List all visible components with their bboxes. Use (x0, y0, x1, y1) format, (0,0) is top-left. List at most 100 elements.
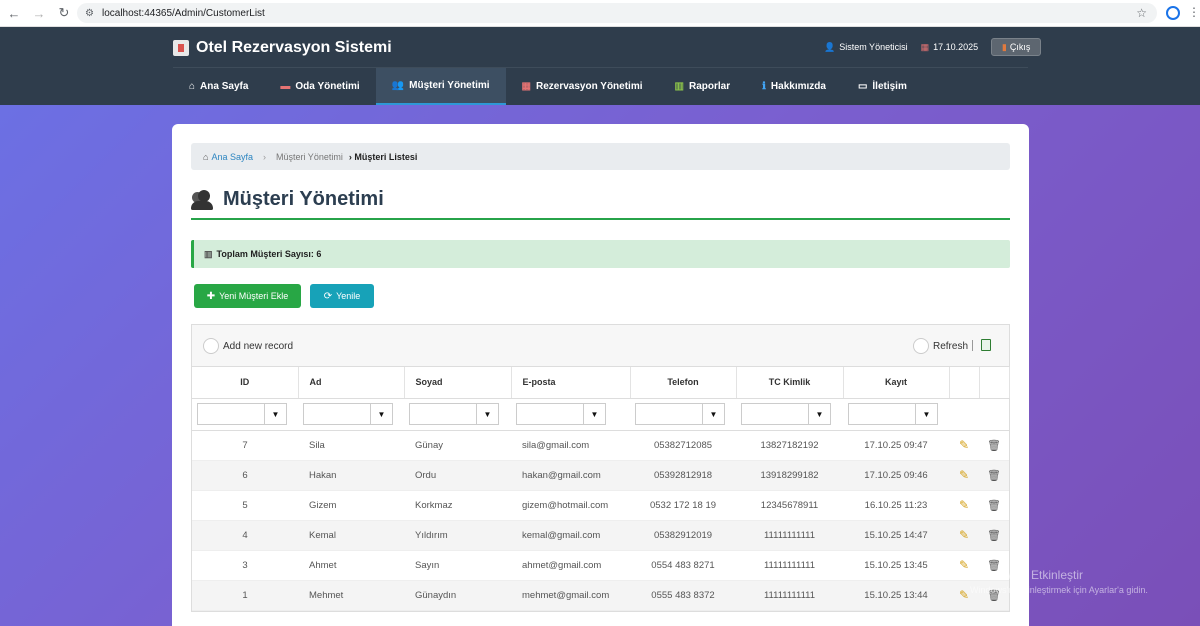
grid-refresh-button[interactable]: Refresh (913, 338, 968, 354)
filter-icon[interactable]: ▼ (703, 403, 725, 425)
delete-icon[interactable]: 🗑 (987, 439, 1001, 452)
delete-icon[interactable]: 🗑 (987, 499, 1001, 512)
customer-table: ID Ad Soyad E-posta Telefon TC Kimlik Ka… (192, 367, 1010, 611)
column-header-tc[interactable]: TC Kimlik (736, 367, 844, 399)
user-name: Sistem Yöneticisi (839, 42, 908, 52)
cell-name: Mehmet (298, 580, 404, 611)
column-header-phone[interactable]: Telefon (630, 367, 737, 399)
delete-icon[interactable]: 🗑 (987, 469, 1001, 482)
edit-icon[interactable]: ✎ (959, 558, 969, 572)
title-divider (191, 218, 1010, 220)
cell-tc: 12345678911 (736, 490, 843, 521)
edit-icon[interactable]: ✎ (959, 438, 969, 452)
refresh-page-button[interactable]: ⟳ Yenile (310, 284, 374, 308)
cell-name: Kemal (298, 520, 404, 551)
bookmark-star-icon[interactable]: ☆ (1136, 6, 1147, 20)
filter-name: ▼ (303, 403, 399, 425)
filter-surname: ▼ (409, 403, 506, 425)
edit-icon[interactable]: ✎ (959, 468, 969, 482)
column-header-surname[interactable]: Soyad (404, 367, 512, 399)
breadcrumb-home[interactable]: ⌂ Ana Sayfa (203, 152, 253, 162)
table-row[interactable]: 3 Ahmet Sayın ahmet@gmail.com 0554 483 8… (192, 550, 1009, 581)
app-header: Otel Rezervasyon Sistemi 👤 Sistem Yöneti… (0, 27, 1200, 105)
nav-item-customers[interactable]: 👥 Müşteri Yönetimi (375, 68, 506, 105)
table-row[interactable]: 1 Mehmet Günaydın mehmet@gmail.com 0555 … (192, 580, 1009, 611)
filter-input[interactable] (741, 403, 809, 425)
total-customers-alert: ▥ Toplam Müşteri Sayısı: 6 (191, 240, 1010, 268)
excel-export-icon[interactable] (981, 339, 991, 351)
table-row[interactable]: 5 Gizem Korkmaz gizem@hotmail.com 0532 1… (192, 490, 1009, 521)
cell-tc: 11111111111 (736, 550, 843, 581)
nav-item-about[interactable]: ℹ Hakkımızda (746, 68, 842, 105)
filter-icon[interactable]: ▼ (916, 403, 938, 425)
cell-id: 3 (192, 550, 298, 581)
nav-item-contact[interactable]: ▭ İletişim (842, 68, 923, 105)
calendar-icon: ▦ (920, 41, 930, 52)
nav-item-reservations[interactable]: ▦ Rezervasyon Yönetimi (506, 68, 659, 105)
cell-surname: Günay (404, 430, 511, 461)
brand[interactable]: Otel Rezervasyon Sistemi (173, 39, 392, 57)
cell-email[interactable]: kemal@gmail.com (511, 520, 630, 551)
address-bar[interactable]: ⚙ localhost:44365/Admin/CustomerList ☆ (77, 3, 1157, 23)
profile-icon[interactable] (1166, 6, 1180, 20)
date-text: 17.10.2025 (933, 42, 979, 52)
table-row[interactable]: 7 Sila Günay sila@gmail.com 05382712085 … (192, 430, 1009, 461)
filter-input[interactable] (848, 403, 916, 425)
forward-icon[interactable]: → (28, 2, 50, 24)
browser-menu-icon[interactable]: ⋮ (1188, 5, 1200, 19)
cell-phone: 0532 172 18 19 (630, 490, 736, 521)
cell-tc: 13918299182 (736, 460, 843, 491)
back-icon[interactable]: ← (3, 2, 25, 24)
filter-input[interactable] (409, 403, 477, 425)
column-header-email[interactable]: E-posta (511, 367, 631, 399)
column-header-id[interactable]: ID (192, 367, 299, 399)
column-header-name[interactable]: Ad (298, 367, 405, 399)
filter-icon[interactable]: ▼ (371, 403, 393, 425)
cell-email[interactable]: sila@gmail.com (511, 430, 630, 461)
edit-icon[interactable]: ✎ (959, 528, 969, 542)
add-customer-button[interactable]: ✚ Yeni Müşteri Ekle (194, 284, 301, 308)
header-user-area: 👤 Sistem Yöneticisi ▦ 17.10.2025 ▮ Çıkış (824, 38, 1042, 56)
delete-icon[interactable]: 🗑 (987, 529, 1001, 542)
table-row[interactable]: 4 Kemal Yıldırım kemal@gmail.com 0538291… (192, 520, 1009, 551)
cell-phone: 0554 483 8271 (630, 550, 736, 581)
filter-input[interactable] (516, 403, 584, 425)
reload-icon[interactable]: ↻ (53, 2, 75, 24)
cell-surname: Sayın (404, 550, 511, 581)
contact-icon: ▭ (857, 81, 868, 92)
table-row[interactable]: 6 Hakan Ordu hakan@gmail.com 05392812918… (192, 460, 1009, 491)
filter-icon[interactable]: ▼ (584, 403, 606, 425)
nav-item-reports[interactable]: ▥ Raporlar (659, 68, 747, 105)
cell-email[interactable]: ahmet@gmail.com (511, 550, 630, 581)
cell-id: 5 (192, 490, 298, 521)
cell-id: 6 (192, 460, 298, 491)
edit-icon[interactable]: ✎ (959, 588, 969, 602)
cell-email[interactable]: hakan@gmail.com (511, 460, 630, 491)
filter-icon[interactable]: ▼ (265, 403, 287, 425)
filter-input[interactable] (303, 403, 371, 425)
current-date: ▦ 17.10.2025 (921, 42, 979, 53)
add-record-button[interactable]: Add new record (203, 338, 293, 354)
cell-email[interactable]: gizem@hotmail.com (511, 490, 630, 521)
nav-item-rooms[interactable]: ▬ Oda Yönetimi (264, 68, 375, 105)
filter-icon[interactable]: ▼ (809, 403, 831, 425)
site-info-icon[interactable]: ⚙ (85, 8, 94, 19)
filter-input[interactable] (635, 403, 703, 425)
cell-email[interactable]: mehmet@gmail.com (511, 580, 630, 611)
cell-name: Hakan (298, 460, 404, 491)
breadcrumb-customers[interactable]: Müşteri Yönetimi (276, 152, 343, 162)
cell-id: 4 (192, 520, 298, 551)
cell-surname: Yıldırım (404, 520, 511, 551)
nav-label: Rezervasyon Yönetimi (535, 81, 643, 92)
nav-label: İletişim (872, 81, 907, 92)
column-header-created[interactable]: Kayıt (843, 367, 950, 399)
filter-icon[interactable]: ▼ (477, 403, 499, 425)
filter-row: ▼ ▼ ▼ ▼ ▼ ▼ ▼ (192, 398, 1009, 431)
edit-icon[interactable]: ✎ (959, 498, 969, 512)
nav-label: Ana Sayfa (200, 81, 249, 92)
logout-button[interactable]: ▮ Çıkış (991, 38, 1042, 56)
chart-icon: ▥ (204, 248, 213, 259)
nav-item-home[interactable]: ⌂ Ana Sayfa (173, 68, 264, 105)
refresh-icon: ⟳ (323, 290, 333, 302)
filter-input[interactable] (197, 403, 265, 425)
